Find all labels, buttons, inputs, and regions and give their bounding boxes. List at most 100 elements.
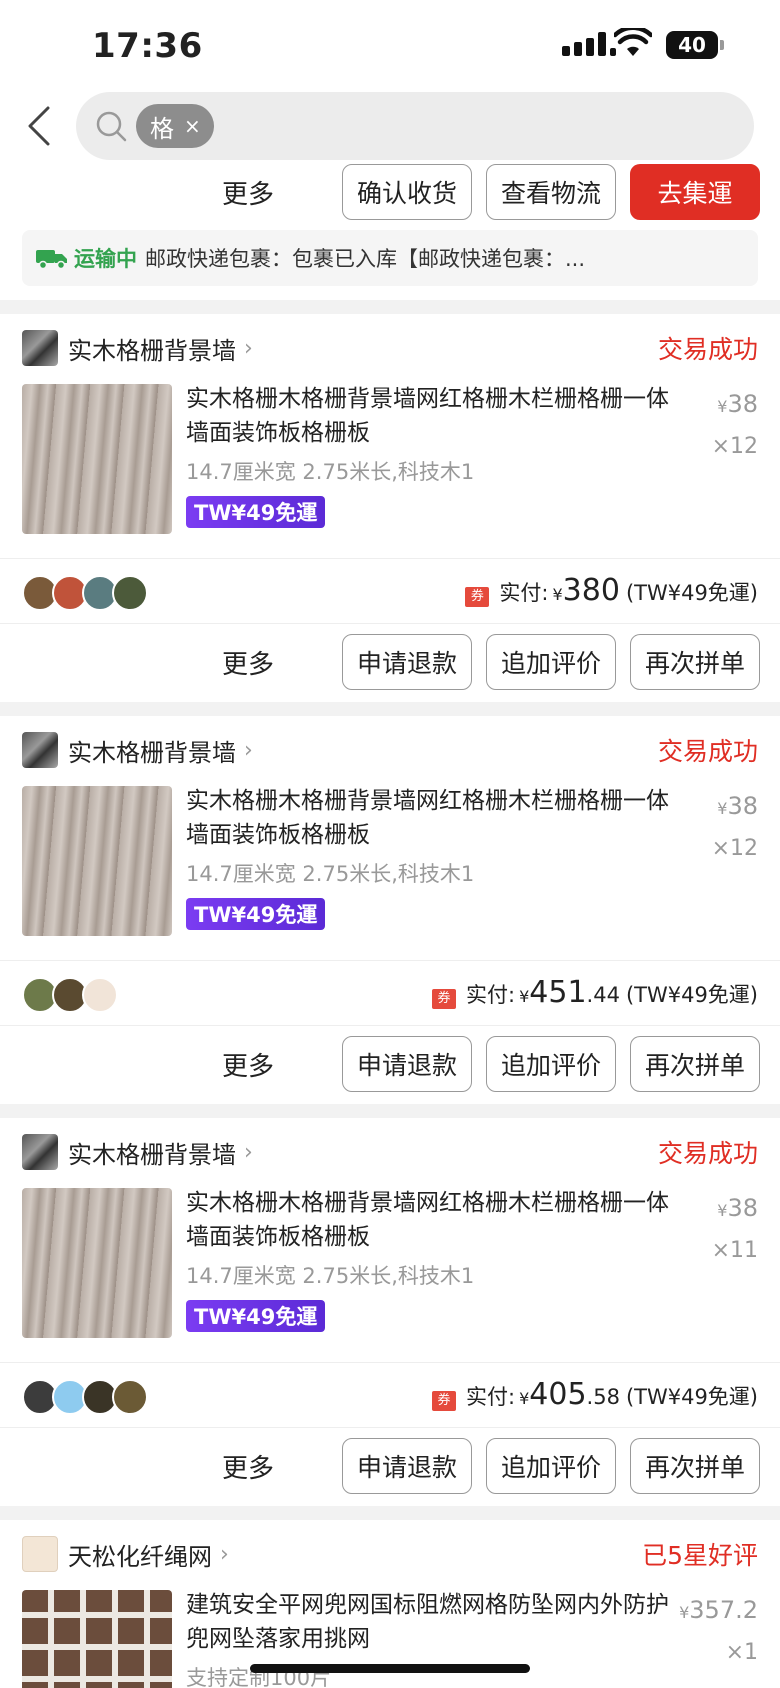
product-image[interactable] [22,1590,172,1688]
order-status: 交易成功 [657,737,758,766]
quantity: ×12 [711,836,758,861]
coupon-icon: 券 [465,587,490,607]
avatar [112,575,148,611]
amount-paid: 券 实付: ¥ 380 (TW¥49免運) [465,573,758,608]
wifi-icon [614,28,652,56]
avatar [82,977,118,1013]
unit-price: ¥38 [717,390,758,418]
home-indicator [250,1664,530,1673]
more-button[interactable]: 更多 [222,174,312,211]
chevron-right-icon: › [244,737,253,763]
quantity: ×11 [711,1238,758,1263]
product-spec: 14.7厘米宽 2.75米长,科技木1 [186,862,475,886]
free-shipping-tag: TW¥49免運 [186,1300,326,1332]
free-shipping-tag: TW¥49免運 [186,898,326,930]
more-button[interactable]: 更多 [222,1448,312,1485]
product-image[interactable] [22,1188,172,1338]
shop-link[interactable]: 实木格栅背景墙 › [22,730,253,770]
order-actions-top: 更多 确认收货 查看物流 去集運 [222,164,760,220]
quantity: ×12 [711,434,758,459]
search-keyword-chip[interactable]: 格 × [136,104,214,148]
unit-price: ¥357.2 [679,1596,758,1624]
shop-link[interactable]: 实木格栅背景墙 › [22,1132,253,1172]
section-divider [0,702,780,716]
order-status: 已5星好评 [642,1541,758,1570]
more-button[interactable]: 更多 [222,1046,312,1083]
shop-logo [22,1134,58,1170]
shop-name: 实木格栅背景墙 [68,738,236,767]
buyer-avatars [22,977,118,1013]
unit-price: ¥38 [717,1194,758,1222]
truck-icon [36,250,67,269]
confirm-receipt-button[interactable]: 确认收货 [342,164,472,220]
product-title[interactable]: 实木格栅木格栅背景墙网红格栅木栏栅格栅一体墙面装饰板格栅板 [186,382,676,450]
more-button[interactable]: 更多 [222,644,312,681]
search-keyword: 格 [150,114,174,143]
buy-again-button[interactable]: 再次拼单 [630,1438,760,1494]
shop-logo [22,330,58,366]
order-card[interactable]: 实木格栅背景墙 › 交易成功 实木格栅木格栅背景墙网红格栅木栏栅格栅一体墙面装饰… [0,328,780,702]
logistics-status-bar[interactable]: 运输中 邮政快递包裹：包裹已入库【邮政快递包裹：... [22,230,758,286]
section-divider [0,1104,780,1118]
order-status: 交易成功 [657,1139,758,1168]
buyer-avatars [22,1379,148,1415]
buy-again-button[interactable]: 再次拼单 [630,1036,760,1092]
status-time: 17:36 [92,26,203,66]
payment-row: 券 实付: ¥ 451 .44 (TW¥49免運) [0,960,780,1026]
request-refund-button[interactable]: 申请退款 [342,634,472,690]
product-title[interactable]: 实木格栅木格栅背景墙网红格栅木栏栅格栅一体墙面装饰板格栅板 [186,1186,676,1254]
order-actions: 更多 申请退款 追加评价 再次拼单 [222,634,760,690]
quantity: ×1 [725,1640,758,1665]
consolidate-shipping-button[interactable]: 去集運 [630,164,760,220]
shop-logo [22,1536,58,1572]
product-spec: 14.7厘米宽 2.75米长,科技木1 [186,1264,475,1288]
section-divider [0,300,780,314]
logistics-message: 邮政快递包裹：包裹已入库【邮政快递包裹：... [145,247,586,271]
shop-logo [22,732,58,768]
shop-link[interactable]: 实木格栅背景墙 › [22,328,253,368]
order-actions: 更多 申请退款 追加评价 再次拼单 [222,1438,760,1494]
chevron-right-icon: › [220,1541,229,1567]
shop-name: 天松化纤绳网 [68,1542,212,1571]
section-divider [0,1506,780,1520]
clear-keyword-icon[interactable]: × [184,114,201,138]
order-status: 交易成功 [657,335,758,364]
shop-name: 实木格栅背景墙 [68,336,236,365]
shop-link[interactable]: 天松化纤绳网 › [22,1534,229,1574]
chevron-right-icon: › [244,335,253,361]
coupon-icon: 券 [432,989,456,1009]
transit-status: 运输中 [74,247,137,271]
product-title[interactable]: 建筑安全平网兜网国标阻燃网格防坠网内外防护兜网坠落家用挑网 [186,1588,676,1656]
amount-paid: 券 实付: ¥ 405 .58 (TW¥49免運) [432,1377,758,1412]
view-logistics-button[interactable]: 查看物流 [486,164,616,220]
back-arrow-icon[interactable] [20,100,60,152]
avatar [112,1379,148,1415]
chevron-right-icon: › [244,1139,253,1165]
battery-icon: 40 [666,31,724,59]
product-spec: 14.7厘米宽 2.75米长,科技木1 [186,460,475,484]
order-actions: 更多 申请退款 追加评价 再次拼单 [222,1036,760,1092]
status-bar: 17:36 40 [0,0,780,92]
amount-paid: 券 实付: ¥ 451 .44 (TW¥49免運) [432,975,758,1010]
request-refund-button[interactable]: 申请退款 [342,1438,472,1494]
shop-name: 实木格栅背景墙 [68,1140,236,1169]
search-icon [96,111,127,142]
product-title[interactable]: 实木格栅木格栅背景墙网红格栅木栏栅格栅一体墙面装饰板格栅板 [186,784,676,852]
product-image[interactable] [22,384,172,534]
search-bar[interactable]: 格 × [76,92,754,160]
add-review-button[interactable]: 追加评价 [486,1438,616,1494]
unit-price: ¥38 [717,792,758,820]
coupon-icon: 券 [432,1391,456,1411]
cellular-signal-icon [562,32,616,56]
payment-row: 券 实付: ¥ 405 .58 (TW¥49免運) [0,1362,780,1428]
add-review-button[interactable]: 追加评价 [486,634,616,690]
request-refund-button[interactable]: 申请退款 [342,1036,472,1092]
buyer-avatars [22,575,148,611]
payment-row: 券 实付: ¥ 380 (TW¥49免運) [0,558,780,624]
add-review-button[interactable]: 追加评价 [486,1036,616,1092]
buy-again-button[interactable]: 再次拼单 [630,634,760,690]
order-card[interactable]: 实木格栅背景墙 › 交易成功 实木格栅木格栅背景墙网红格栅木栏栅格栅一体墙面装饰… [0,1132,780,1506]
free-shipping-tag: TW¥49免運 [186,496,326,528]
order-card[interactable]: 实木格栅背景墙 › 交易成功 实木格栅木格栅背景墙网红格栅木栏栅格栅一体墙面装饰… [0,730,780,1104]
product-image[interactable] [22,786,172,936]
